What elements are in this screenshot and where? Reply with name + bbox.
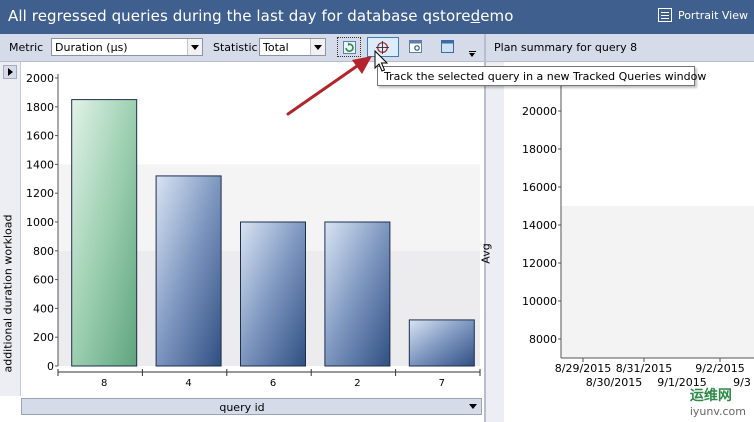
y-tick-label: 2000 — [26, 72, 54, 85]
chevron-down-icon — [467, 401, 479, 412]
y-tick-label: 1600 — [26, 130, 54, 143]
grid-icon — [441, 40, 454, 53]
plan-y-tick-label: 14000 — [522, 219, 557, 232]
plan-x-tick-label: 8/29/2015 — [555, 362, 611, 375]
chart-side-strip: additional duration workload — [0, 62, 21, 396]
y-axis-label: additional duration workload — [1, 214, 15, 373]
tooltip-text: Track the selected query in a new Tracke… — [384, 70, 707, 83]
plan-y-tick-label: 20000 — [522, 105, 557, 118]
portrait-view-label: Portrait View — [677, 8, 748, 22]
bar-chart-svg: 0 200 400 600 800 1000 1200 1400 1600 1800 2000 8 4… — [26, 72, 481, 389]
annotation-arrow — [286, 56, 372, 116]
toolbar: Metric Duration (µs) Statistic Total — [0, 34, 484, 62]
grid-view-button[interactable] — [436, 37, 460, 57]
expand-panel-button[interactable] — [3, 65, 17, 79]
plan-y-tick-label: 8000 — [529, 333, 557, 346]
plan-y-tick-label: 16000 — [522, 181, 557, 194]
plan-x-tick-label: 8/30/2015 — [586, 376, 642, 389]
bar-query-2[interactable] — [324, 221, 391, 367]
regressed-queries-chart: 0 200 400 600 800 1000 1200 1400 1600 1800 2000 8 4… — [21, 62, 483, 396]
window-search-icon — [409, 40, 422, 53]
bar-query-6[interactable] — [240, 221, 306, 367]
metric-dropdown[interactable]: Duration (µs) — [51, 38, 203, 56]
plan-x-tick-label: 8/31/2015 — [616, 362, 672, 375]
portrait-view-button[interactable]: Portrait View — [657, 8, 748, 22]
mouse-cursor-icon — [374, 50, 388, 72]
y-tick-label: 800 — [33, 245, 54, 258]
metric-value: Duration (µs) — [55, 41, 128, 54]
plan-y-tick-label: 10000 — [522, 295, 557, 308]
statistic-label: Statistic — [213, 41, 258, 54]
y-tick-label: 1800 — [26, 101, 54, 114]
y-tick-label: 0 — [47, 360, 54, 373]
view-plan-button[interactable] — [404, 37, 428, 57]
bar-query-4[interactable] — [155, 175, 222, 367]
plan-x-tick-label: 9/2/2015 — [695, 362, 744, 375]
x-tick-label: 7 — [439, 378, 445, 389]
y-tick-label: 400 — [33, 302, 54, 315]
window-title: All regressed queries during the last da… — [8, 7, 514, 25]
watermark: 运维网 iyunv.com — [690, 385, 746, 418]
x-axis-selector-value: query id — [219, 401, 265, 414]
y-tick-label: 1200 — [26, 187, 54, 200]
plan-summary-title: Plan summary for query 8 — [494, 41, 638, 54]
toolbar-overflow-button[interactable] — [469, 51, 477, 57]
x-tick-label: 4 — [185, 378, 191, 389]
title-bar: All regressed queries during the last da… — [0, 0, 754, 34]
x-axis-selector[interactable]: query id — [21, 398, 482, 415]
y-tick-label: 600 — [33, 274, 54, 287]
watermark-logo: 运维网 — [689, 388, 732, 404]
bar-query-8[interactable] — [71, 99, 138, 367]
watermark-site: iyunv.com — [689, 405, 746, 418]
portrait-view-icon — [657, 8, 672, 22]
y-tick-label: 1400 — [26, 158, 54, 171]
chevron-down-icon — [187, 39, 202, 55]
metric-label: Metric — [9, 41, 44, 54]
plan-y-tick-label: 12000 — [522, 257, 557, 270]
x-tick-label: 8 — [101, 378, 107, 389]
plan-summary-header: Plan summary for query 8 — [486, 34, 754, 62]
plan-summary-panel: Avg 8000 10000 12000 14000 16000 18000 20000 8/… — [480, 62, 754, 422]
x-tick-label: 6 — [270, 378, 276, 389]
plan-summary-chart: 8000 10000 12000 14000 16000 18000 20000 8/29/2… — [522, 82, 754, 389]
y-tick-label: 200 — [33, 331, 54, 344]
x-tick-label: 2 — [354, 378, 360, 389]
y-tick-label: 1000 — [26, 216, 54, 229]
plan-y-tick-label: 18000 — [522, 143, 557, 156]
bar-query-7[interactable] — [408, 319, 475, 367]
background-band — [561, 206, 754, 358]
tooltip: Track the selected query in a new Tracke… — [377, 66, 706, 86]
